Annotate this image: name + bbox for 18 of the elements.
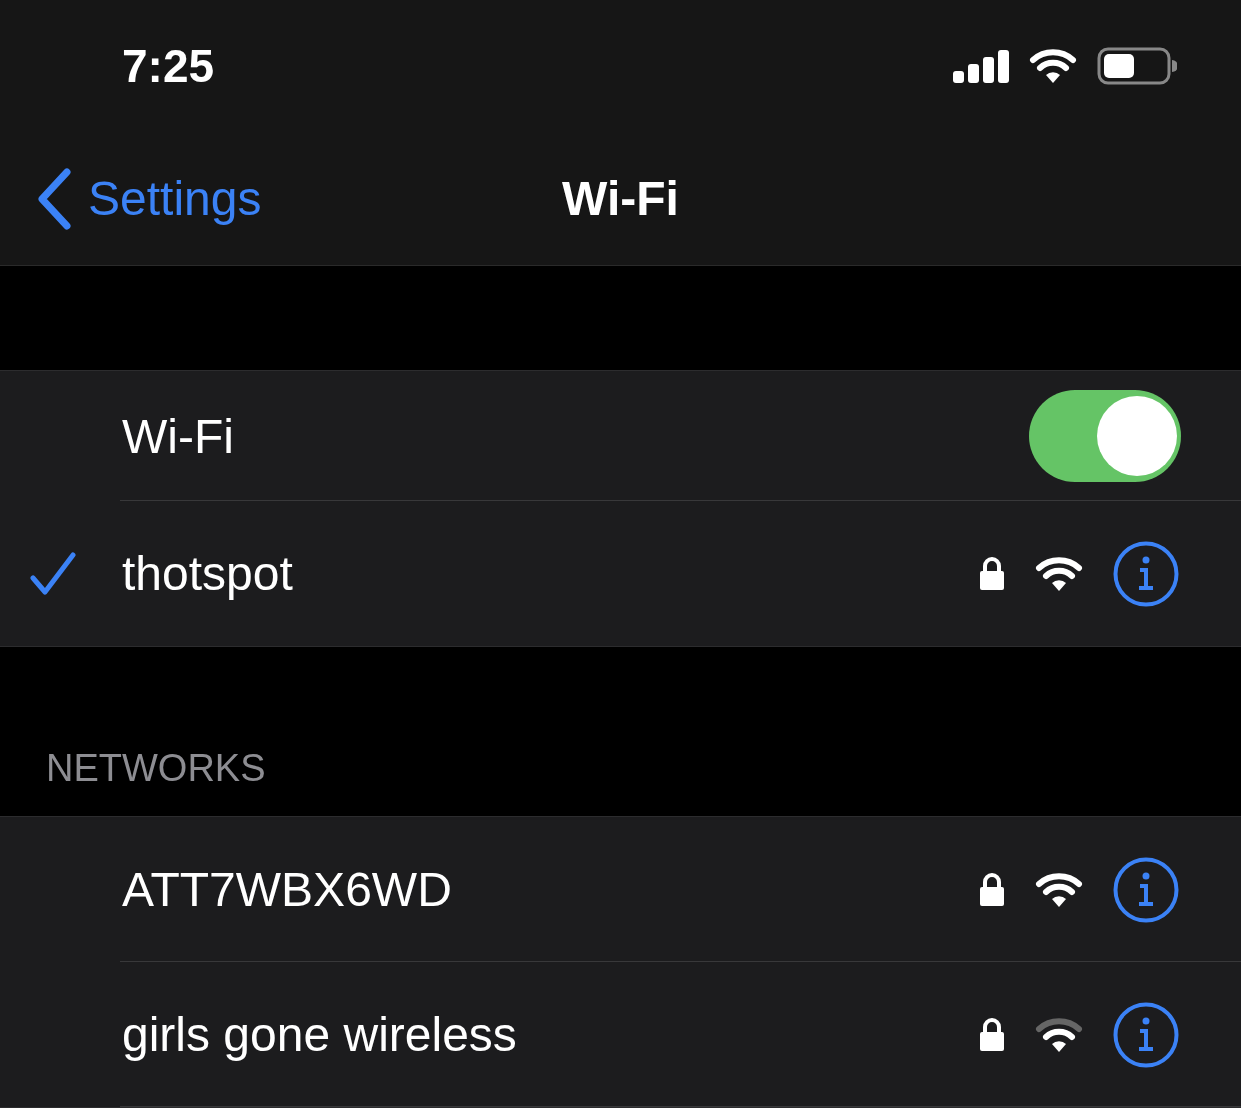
network-name[interactable]: ATT7WBX6WD	[122, 862, 979, 917]
info-icon[interactable]	[1113, 540, 1179, 607]
cellular-signal-icon	[953, 49, 1009, 83]
status-time: 7:25	[122, 39, 215, 93]
network-name[interactable]: girls gone wireless	[122, 1007, 979, 1062]
wifi-signal-icon	[1035, 1016, 1083, 1053]
wifi-signal-icon	[1035, 555, 1083, 592]
back-button[interactable]: Settings	[36, 167, 262, 230]
wifi-signal-icon	[1035, 871, 1083, 908]
info-icon[interactable]	[1113, 856, 1179, 923]
chevron-left-icon	[36, 167, 72, 230]
section-header: NETWORKS	[46, 747, 266, 790]
network-name[interactable]: thotspot	[122, 546, 979, 601]
info-icon[interactable]	[1113, 1001, 1179, 1068]
battery-icon	[1097, 47, 1177, 85]
wifi-label: Wi-Fi	[122, 408, 235, 464]
page-title: Wi-Fi	[562, 171, 679, 226]
wifi-icon	[1029, 48, 1077, 84]
